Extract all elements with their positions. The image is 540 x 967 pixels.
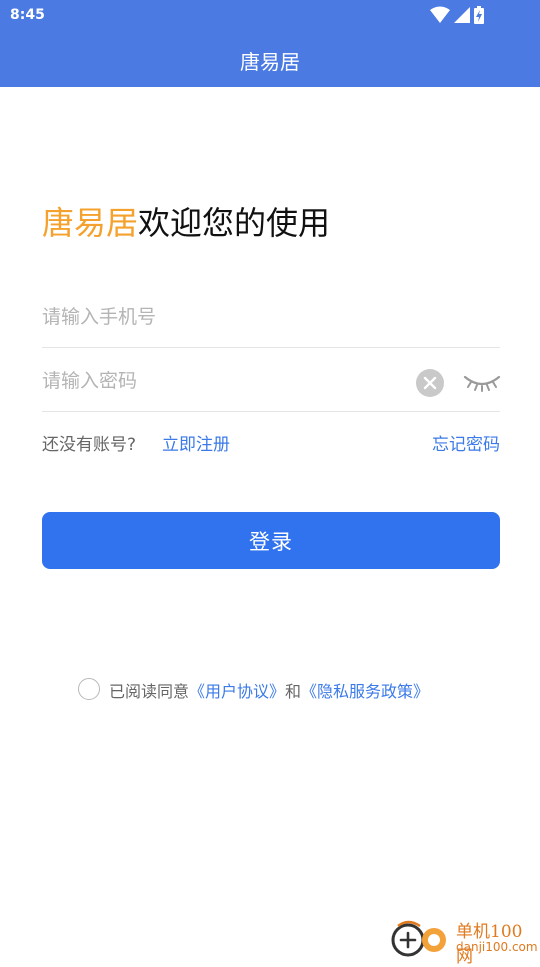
agreement-and: 和 [285,682,302,701]
login-button[interactable]: 登录 [42,512,500,569]
password-input[interactable] [42,363,402,399]
password-field-row [42,351,502,412]
watermark-logo [391,920,446,957]
agreement-prefix: 已阅读同意 [109,682,190,701]
watermark-text-domain: danji100.com [456,940,538,954]
welcome-heading: 唐易居欢迎您的使用 [42,198,330,244]
eye-closed-icon [463,375,501,392]
forgot-password-link[interactable]: 忘记密码 [432,430,500,455]
welcome-text: 欢迎您的使用 [138,204,331,242]
app-title: 唐易居 [240,50,300,74]
toggle-password-visibility[interactable] [462,371,502,395]
clear-icon [423,376,437,390]
agreement-checkbox[interactable] [78,678,100,700]
privacy-policy-link[interactable]: 《隐私服务政策》 [301,682,429,701]
no-account-label: 还没有账号? [42,435,137,455]
phone-input[interactable] [42,299,402,335]
agreement-row: 已阅读同意《用户协议》和《隐私服务政策》 [78,677,518,701]
phone-field-row [42,287,500,348]
register-link[interactable]: 立即注册 [162,430,230,455]
clear-password-button[interactable] [416,369,444,397]
watermark: 单机100网 danji100.com [388,914,538,967]
wifi-icon [430,6,450,23]
signal-icon [454,7,470,23]
battery-charging-icon [474,6,484,24]
account-links-row: 还没有账号? 立即注册 忘记密码 [42,430,500,455]
welcome-brand: 唐易居 [42,204,139,242]
app-bar: 8:45 唐易居 [0,0,540,87]
status-bar: 8:45 [0,0,540,30]
agreement-text: 已阅读同意《用户协议》和《隐私服务政策》 [109,678,429,702]
status-time: 8:45 [10,7,45,23]
user-agreement-link[interactable]: 《用户协议》 [189,682,285,701]
